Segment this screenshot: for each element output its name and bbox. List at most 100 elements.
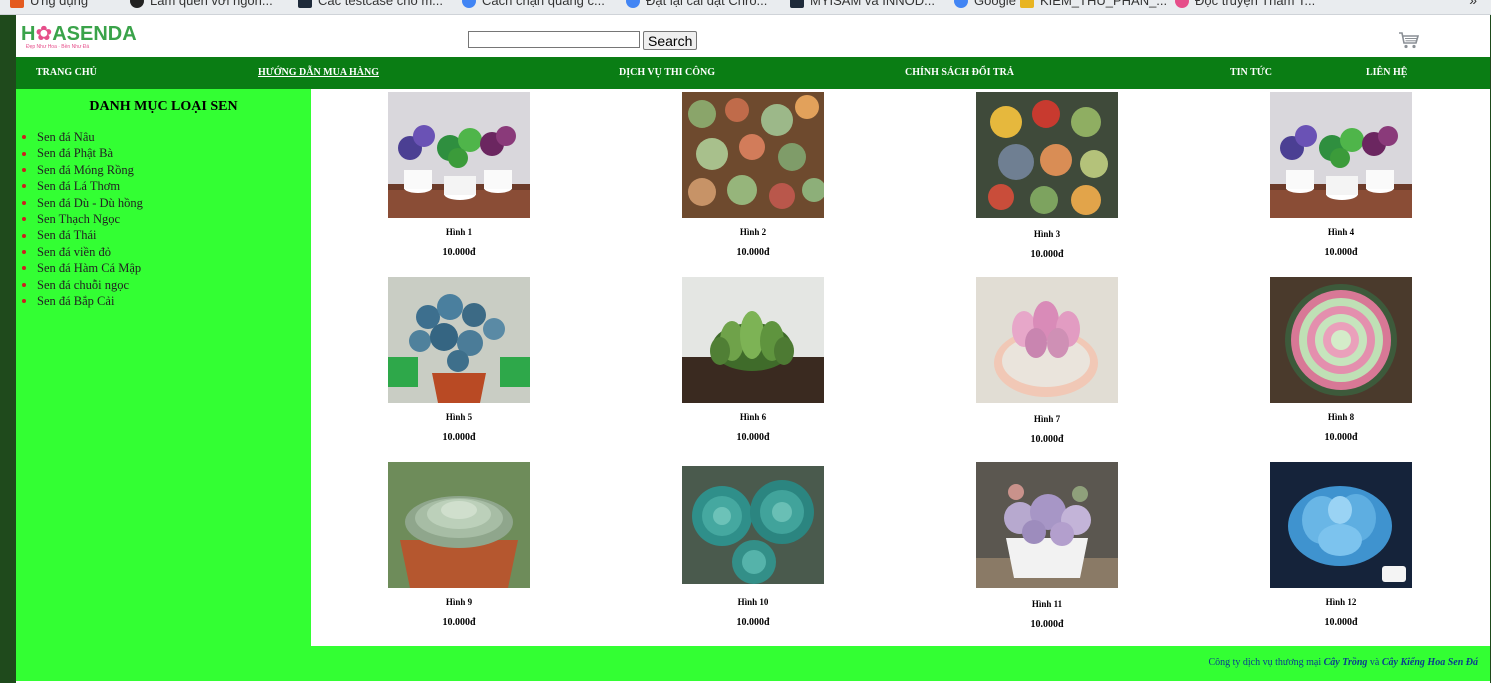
sidebar-title: DANH MỤC LOẠI SEN: [89, 99, 238, 114]
lavender-succulents-icon[interactable]: [976, 462, 1118, 588]
bookmark-item[interactable]: KIEM_THU_PHAN_...: [1020, 0, 1167, 8]
category-item[interactable]: Sen đá Lá Thơm: [22, 178, 143, 194]
succulent-bowl-icon[interactable]: [976, 92, 1118, 218]
product-name: Hình 6: [739, 412, 767, 422]
product-price: 10.000đ: [442, 247, 476, 258]
product-name: Hình 4: [1327, 227, 1355, 237]
product-card[interactable]: Hình 8 10.000đ: [1270, 277, 1412, 443]
product-name: Hình 11: [1031, 599, 1063, 609]
haworthia-icon[interactable]: [682, 277, 824, 403]
product-price: 10.000đ: [736, 247, 770, 258]
bullet-icon: [22, 200, 26, 205]
blue-rosettes-icon[interactable]: [682, 466, 824, 584]
bookmarks-more-button[interactable]: »: [1469, 0, 1477, 8]
category-item[interactable]: Sen đá Nâu: [22, 129, 143, 145]
site-logo-icon: [130, 0, 144, 8]
product-price: 10.000đ: [1324, 617, 1358, 628]
header: H✿ASENDA Đẹp Như Hoa · Bền Như Đá Search: [16, 15, 1490, 57]
category-item[interactable]: Sen đá viền đỏ: [22, 244, 143, 260]
potted-bonsai-succulents-icon[interactable]: [1270, 92, 1412, 218]
site-logo[interactable]: H✿ASENDA Đẹp Như Hoa · Bền Như Đá: [21, 23, 137, 54]
potted-bonsai-succulents-icon[interactable]: [388, 92, 530, 218]
variegated-rosette-icon[interactable]: [1270, 277, 1412, 403]
category-item[interactable]: Sen đá Móng Rồng: [22, 162, 143, 178]
product-name: Hình 8: [1327, 412, 1355, 422]
product-card[interactable]: Hình 4 10.000đ: [1270, 92, 1412, 258]
category-item[interactable]: Sen đá Thái: [22, 227, 143, 243]
product-card[interactable]: Hình 11 10.000đ: [976, 462, 1118, 630]
product-name: Hình 10: [737, 597, 769, 607]
bookmark-item[interactable]: Google: [954, 0, 1016, 8]
search-button[interactable]: Search: [643, 31, 698, 50]
main-nav: TRANG CHỦ HƯỚNG DẪN MUA HÀNG DỊCH VỤ THI…: [16, 57, 1490, 89]
succulent-garden-icon[interactable]: [682, 92, 824, 218]
doc-icon: [298, 0, 312, 8]
product-name: Hình 5: [445, 412, 473, 422]
category-item[interactable]: Sen đá Phật Bà: [22, 145, 143, 161]
bullet-icon: [22, 168, 26, 173]
category-item[interactable]: Sen đá Hàm Cá Mập: [22, 260, 143, 276]
nav-return-policy[interactable]: CHÍNH SÁCH ĐỔI TRẢ: [905, 67, 1014, 78]
echeveria-terracotta-icon[interactable]: [388, 462, 530, 588]
category-item[interactable]: Sen đá chuỗi ngọc: [22, 277, 143, 293]
bullet-icon: [22, 184, 26, 189]
bookmark-item[interactable]: Các testcase cho m...: [298, 0, 443, 8]
bookmark-item[interactable]: MYISAM và INNOD...: [790, 0, 935, 8]
bookmarks-bar: Ứng dụng Làm quen với ngôn... Các testca…: [0, 0, 1491, 15]
bullet-icon: [22, 135, 26, 140]
bookmark-apps[interactable]: Ứng dụng: [10, 0, 88, 8]
bullet-icon: [22, 250, 26, 255]
product-price: 10.000đ: [1324, 247, 1358, 258]
product-name: Hình 2: [739, 227, 767, 237]
product-card[interactable]: Hình 10 10.000đ: [682, 466, 824, 628]
product-card[interactable]: Hình 3 10.000đ: [976, 92, 1118, 260]
pink-succulent-pot-icon[interactable]: [976, 277, 1118, 403]
nav-construction-service[interactable]: DỊCH VỤ THI CÔNG: [619, 67, 715, 78]
apps-grid-icon: [10, 0, 24, 8]
flower-icon: [1175, 0, 1189, 8]
product-name: Hình 1: [445, 227, 473, 237]
blue-jelly-succulent-icon[interactable]: [1270, 462, 1412, 588]
product-price: 10.000đ: [1030, 619, 1064, 630]
bookmark-item[interactable]: Làm quen với ngôn...: [130, 0, 273, 8]
bookmark-item[interactable]: Cách chặn quảng c...: [462, 0, 605, 8]
flower-icon: ✿: [35, 23, 53, 45]
product-card[interactable]: Hình 9 10.000đ: [388, 462, 530, 628]
category-item[interactable]: Sen đá Bắp Cải: [22, 293, 143, 309]
blue-succulent-cluster-icon[interactable]: [388, 277, 530, 403]
product-price: 10.000đ: [1030, 434, 1064, 445]
product-card[interactable]: Hình 6 10.000đ: [682, 277, 824, 443]
google-icon: [954, 0, 968, 8]
nav-home[interactable]: TRANG CHỦ: [36, 67, 97, 78]
product-price: 10.000đ: [442, 617, 476, 628]
footer-brand-plants[interactable]: Cây Trồng: [1324, 657, 1368, 668]
product-name: Hình 3: [1033, 229, 1061, 239]
category-list: Sen đá Nâu Sen đá Phật Bà Sen đá Móng Rồ…: [22, 129, 143, 309]
bullet-icon: [22, 151, 26, 156]
product-price: 10.000đ: [442, 432, 476, 443]
bookmark-item[interactable]: Đặt lại cài đặt Chro...: [626, 0, 767, 8]
doc-icon: [790, 0, 804, 8]
search-input[interactable]: [468, 31, 640, 48]
product-price: 10.000đ: [1324, 432, 1358, 443]
product-card[interactable]: Hình 12 10.000đ: [1270, 462, 1412, 628]
nav-buying-guide[interactable]: HƯỚNG DẪN MUA HÀNG: [258, 67, 379, 78]
bullet-icon: [22, 266, 26, 271]
bullet-icon: [22, 233, 26, 238]
product-card[interactable]: Hình 2 10.000đ: [682, 92, 824, 258]
nav-news[interactable]: TIN TỨC: [1230, 67, 1272, 78]
shopping-cart-icon[interactable]: [1398, 29, 1420, 51]
product-card[interactable]: Hình 7 10.000đ: [976, 277, 1118, 445]
product-card[interactable]: Hình 1 10.000đ: [388, 92, 530, 258]
product-name: Hình 9: [445, 597, 473, 607]
category-item[interactable]: Sen Thạch Ngọc: [22, 211, 143, 227]
bullet-icon: [22, 217, 26, 222]
product-grid: Hình 1 10.000đ Hình 2 10.000đ Hình 3 10.…: [311, 89, 1490, 646]
product-card[interactable]: Hình 5 10.000đ: [388, 277, 530, 443]
category-item[interactable]: Sen đá Dù - Dù hồng: [22, 195, 143, 211]
footer-brand-succulents[interactable]: Cây Kiểng Hoa Sen Đá: [1382, 657, 1478, 668]
nav-contact[interactable]: LIÊN HỆ: [1366, 67, 1407, 78]
bookmark-item[interactable]: Đọc truyện Thám T...: [1175, 0, 1315, 8]
bullet-icon: [22, 282, 26, 287]
logo-wordmark: H✿ASENDA: [21, 23, 137, 45]
